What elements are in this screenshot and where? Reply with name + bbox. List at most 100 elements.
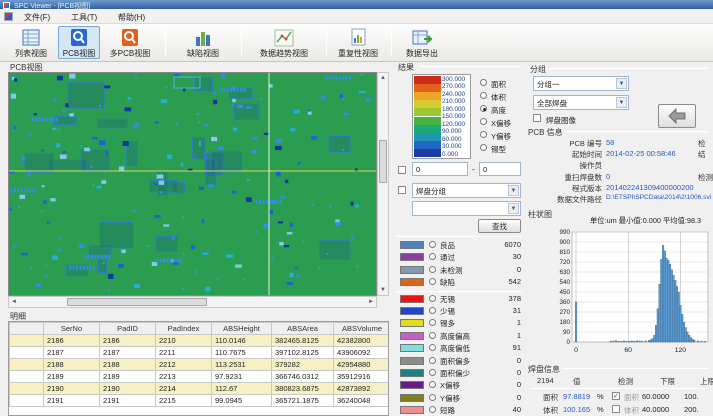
pad-select-dropdown[interactable]: 全部焊盘 ▼	[533, 95, 629, 110]
chevron-down-icon[interactable]: ▼	[508, 203, 519, 214]
scrollbar-thumb[interactable]	[67, 298, 207, 306]
range-from-input[interactable]: 0	[412, 162, 468, 176]
toolbar-button-0[interactable]: 列表视图	[6, 26, 56, 59]
pad-row-checkbox[interactable]	[612, 392, 620, 400]
stat-radio[interactable]	[429, 241, 436, 248]
pad-row-checkbox[interactable]	[612, 405, 620, 413]
radio-体积[interactable]	[480, 92, 487, 99]
stat-radio[interactable]	[429, 381, 436, 388]
group-select-dropdown[interactable]: 分组一 ▼	[533, 76, 629, 91]
stat-radio[interactable]	[429, 344, 436, 351]
radio-锡型[interactable]	[480, 144, 487, 151]
table-row[interactable]: 218721872211110.7675397102.812543906092	[10, 347, 390, 359]
scrollbar-thumb[interactable]	[379, 140, 387, 183]
pcb-vertical-scrollbar[interactable]: ▲ ▼	[377, 72, 389, 296]
chevron-down-icon[interactable]: ▼	[616, 78, 627, 89]
toolbar-button-1[interactable]: PCB视图	[58, 26, 100, 59]
stat-radio[interactable]	[429, 319, 436, 326]
cell: 2215	[156, 395, 212, 407]
row-selector[interactable]	[10, 395, 44, 407]
toolbar-button-4[interactable]: 数据趋势视图	[248, 26, 320, 59]
stat-radio[interactable]	[429, 253, 436, 260]
stat-row-高度偏低[interactable]: 高度偏低91	[398, 343, 522, 355]
scroll-right-icon[interactable]: ►	[368, 299, 374, 305]
table-row[interactable]: 21892189221397.9231366746.031235912916	[10, 371, 390, 383]
toolbar-button-2[interactable]: 多PCB视图	[102, 26, 158, 59]
stat-radio[interactable]	[429, 357, 436, 364]
back-button[interactable]	[658, 104, 696, 128]
pad-image-checkbox[interactable]	[533, 114, 541, 122]
stat-row-通过[interactable]: 通过30	[398, 252, 522, 264]
stat-row-面积偏多[interactable]: 面积偏多0	[398, 356, 522, 368]
stat-row-无锡[interactable]: 无锡378	[398, 294, 522, 306]
toolbar-button-6[interactable]: 数据导出	[396, 26, 448, 59]
row-selector[interactable]	[10, 347, 44, 359]
find-button[interactable]: 查找	[478, 219, 521, 233]
range-to-input[interactable]: 0	[479, 162, 521, 176]
stat-radio[interactable]	[429, 266, 436, 273]
radio-label: Y偏移	[491, 131, 511, 142]
scroll-down-icon[interactable]: ▼	[380, 287, 386, 293]
stat-row-未检测[interactable]: 未检测0	[398, 265, 522, 277]
pcb-canvas[interactable]	[8, 72, 377, 296]
radio-Y偏移[interactable]	[480, 131, 487, 138]
stat-row-高度偏高[interactable]: 高度偏高1	[398, 331, 522, 343]
stat-label: 面积偏多	[440, 356, 470, 367]
pad-group-dropdown[interactable]: 焊盘分组 ▼	[412, 183, 521, 198]
col-SerNo[interactable]: SerNo	[44, 323, 100, 335]
row-selector[interactable]	[10, 383, 44, 395]
table-row[interactable]: 218821882212113.253137928242954880	[10, 359, 390, 371]
stat-row-少锡[interactable]: 少锡31	[398, 306, 522, 318]
stat-row-锡多[interactable]: 锡多1	[398, 318, 522, 330]
range-filter-checkbox[interactable]	[398, 166, 406, 174]
stat-row-良品[interactable]: 良品6070	[398, 240, 522, 252]
radio-X偏移[interactable]	[480, 118, 487, 125]
menu-item-0[interactable]: 文件(F)	[20, 11, 54, 24]
stat-radio[interactable]	[429, 406, 436, 413]
svg-text:540: 540	[559, 279, 570, 286]
stat-row-短路[interactable]: 短路40	[398, 405, 522, 416]
info-right-label: 检测	[698, 172, 713, 183]
stat-row-X偏移[interactable]: X偏移0	[398, 380, 522, 392]
scale-band	[414, 76, 441, 84]
chevron-down-icon[interactable]: ▼	[616, 97, 627, 108]
stat-row-面积偏少[interactable]: 面积偏少0	[398, 368, 522, 380]
menu-item-2[interactable]: 帮助(H)	[114, 11, 149, 24]
menu-item-1[interactable]: 工具(T)	[67, 11, 101, 24]
stat-row-缺陷[interactable]: 缺陷542	[398, 277, 522, 289]
stat-radio[interactable]	[429, 307, 436, 314]
col-ABSArea[interactable]: ABSArea	[272, 323, 334, 335]
scroll-up-icon[interactable]: ▲	[380, 75, 386, 81]
col-PadID[interactable]: PadID	[100, 323, 156, 335]
toolbar-button-5[interactable]: 重复性视图	[330, 26, 386, 59]
stat-label: 缺陷	[440, 277, 455, 288]
toolbar-button-3[interactable]: 缺陷视图	[172, 26, 234, 59]
col-ABSVolume[interactable]: ABSVolume	[334, 323, 390, 335]
chevron-down-icon[interactable]: ▼	[508, 185, 519, 196]
stat-radio[interactable]	[429, 394, 436, 401]
table-row[interactable]: 21912191221599.0945365721.187536240048	[10, 395, 390, 407]
stat-row-Y偏移[interactable]: Y偏移0	[398, 393, 522, 405]
radio-面积[interactable]	[480, 79, 487, 86]
info-right-label: 结	[698, 149, 706, 160]
row-selector[interactable]	[10, 335, 44, 347]
detail-table[interactable]: SerNoPadIDPadIndexABSHeightABSAreaABSVol…	[8, 321, 389, 416]
table-row[interactable]: 219021902214112.67380823.687542873892	[10, 383, 390, 395]
pad-group-checkbox[interactable]	[398, 186, 406, 194]
svg-text:810: 810	[559, 249, 570, 256]
sub-group-dropdown[interactable]: ▼	[412, 201, 521, 216]
stat-label: 短路	[440, 405, 455, 416]
stat-radio[interactable]	[429, 295, 436, 302]
col-ABSHeight[interactable]: ABSHeight	[212, 323, 272, 335]
row-selector[interactable]	[10, 371, 44, 383]
stat-label: 锡多	[440, 318, 455, 329]
row-selector[interactable]	[10, 359, 44, 371]
stat-radio[interactable]	[429, 332, 436, 339]
scroll-left-icon[interactable]: ◄	[11, 299, 17, 305]
pcb-horizontal-scrollbar[interactable]: ◄ ►	[8, 296, 377, 308]
stat-radio[interactable]	[429, 278, 436, 285]
radio-高度[interactable]	[480, 105, 487, 112]
col-PadIndex[interactable]: PadIndex	[156, 323, 212, 335]
stat-radio[interactable]	[429, 369, 436, 376]
table-row[interactable]: 218621862210110.0146382465.812542382800	[10, 335, 390, 347]
